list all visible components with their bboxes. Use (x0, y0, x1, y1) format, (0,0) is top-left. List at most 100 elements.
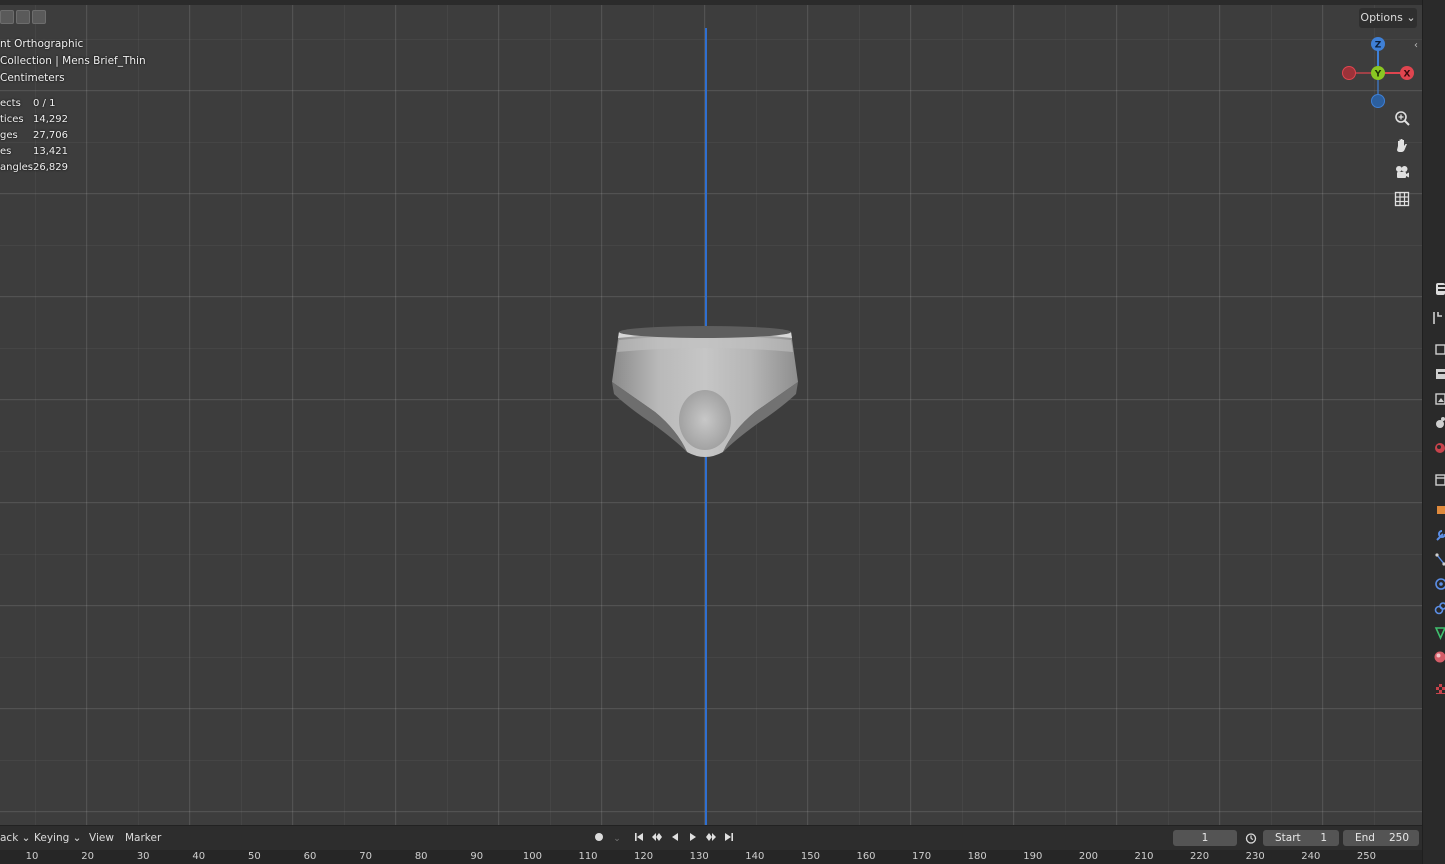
ruler-tick-label: 200 (1078, 851, 1098, 862)
mens-brief-mesh[interactable] (605, 320, 805, 465)
ruler-tick-label: 240 (1301, 851, 1321, 862)
view-layer-properties-icon[interactable] (1430, 390, 1445, 408)
physics-properties-icon[interactable] (1430, 575, 1445, 593)
select-mode-new-icon[interactable] (0, 10, 14, 24)
ruler-tick-label: 250 (1356, 851, 1376, 862)
3d-viewport[interactable]: nt Orthographic Collection | Mens Brief_… (0, 0, 1422, 825)
ruler-tick-label: 80 (414, 851, 428, 862)
marker-menu[interactable]: Marker (125, 832, 161, 844)
output-properties-icon[interactable] (1430, 365, 1445, 383)
select-mode-subtract-icon[interactable] (32, 10, 46, 24)
select-mode-extend-icon[interactable] (16, 10, 30, 24)
end-frame-field[interactable]: End 250 (1343, 830, 1419, 846)
ruler-tick-label: 60 (303, 851, 317, 862)
viewport-header-strip (0, 0, 1422, 5)
data-properties-icon[interactable] (1430, 624, 1445, 642)
view-menu[interactable]: View (89, 832, 114, 844)
options-dropdown[interactable]: Options ⌄ (1359, 8, 1417, 28)
stat-objects-value: 0 / 1 (33, 98, 56, 109)
world-properties-icon[interactable] (1430, 439, 1445, 457)
svg-text:Z: Z (1375, 41, 1382, 51)
stat-faces-label: es (0, 146, 12, 157)
keying-menu[interactable]: Keying ⌄ (34, 832, 81, 844)
play-icon[interactable] (686, 832, 700, 846)
collection-label: Collection | Mens Brief_Thin (0, 55, 146, 67)
ruler-tick-label: 10 (25, 851, 39, 862)
jump-start-icon[interactable] (632, 832, 646, 846)
svg-text:Y: Y (1374, 70, 1382, 80)
playback-menu[interactable]: ack ⌄ (0, 832, 30, 844)
options-label: Options (1360, 11, 1403, 24)
current-frame-field[interactable]: 1 (1173, 830, 1237, 846)
stat-objects-label: ects (0, 98, 21, 109)
ruler-tick-label: 110 (578, 851, 598, 862)
gizmo-neg-x-axis[interactable] (1342, 66, 1356, 80)
stat-vertices-label: tices (0, 114, 24, 125)
ruler-tick-label: 190 (1023, 851, 1043, 862)
ruler-tick-label: 230 (1245, 851, 1265, 862)
camera-icon[interactable] (1391, 164, 1413, 186)
play-reverse-icon[interactable] (668, 832, 682, 846)
ruler-tick-label: 170 (912, 851, 932, 862)
stat-vertices-value: 14,292 (33, 114, 68, 125)
record-icon[interactable] (592, 832, 606, 846)
tool-settings-icon[interactable] (1430, 309, 1445, 327)
ruler-tick-label: 180 (967, 851, 987, 862)
texture-properties-icon[interactable] (1430, 680, 1445, 698)
material-properties-icon[interactable] (1430, 648, 1445, 666)
timeline-ruler[interactable]: 10 20 30 40 50 60 70 80 90 100 110 120 130 140 150 160 1… (0, 850, 1422, 864)
ruler-tick-label: 140 (745, 851, 765, 862)
start-frame-field[interactable]: Start 1 (1263, 830, 1339, 846)
grid-icon[interactable] (1391, 191, 1413, 213)
stat-triangles-value: 26,829 (33, 162, 68, 173)
particles-properties-icon[interactable] (1430, 551, 1445, 569)
select-mode-buttons (0, 10, 46, 24)
constraints-properties-icon[interactable] (1430, 600, 1445, 618)
view-name: nt Orthographic (0, 38, 84, 50)
jump-end-icon[interactable] (722, 832, 736, 846)
navigation-gizmo[interactable]: Z X Y (1338, 34, 1418, 112)
auto-keying-dropdown-icon[interactable]: ⌄ (610, 832, 624, 846)
jump-keyframe-forward-icon[interactable] (704, 832, 718, 846)
pan-hand-icon[interactable] (1391, 137, 1413, 159)
end-label: End (1355, 832, 1375, 844)
ruler-tick-label: 90 (470, 851, 484, 862)
stat-triangles-label: angles (0, 162, 33, 173)
render-properties-icon[interactable] (1430, 340, 1445, 358)
ruler-tick-label: 150 (800, 851, 820, 862)
ruler-tick-label: 70 (359, 851, 372, 862)
jump-keyframe-back-icon[interactable] (650, 832, 664, 846)
ruler-tick-label: 100 (522, 851, 542, 862)
start-value: 1 (1320, 832, 1327, 844)
gizmo-neg-z-axis[interactable] (1371, 94, 1385, 108)
timeline-header: ack ⌄ Keying ⌄ View Marker ⌄ 1 Start 1 E… (0, 825, 1422, 850)
ruler-tick-label: 160 (856, 851, 876, 862)
object-properties-icon[interactable] (1430, 501, 1445, 519)
ruler-tick-label: 130 (689, 851, 709, 862)
ruler-tick-label: 30 (136, 851, 150, 862)
ruler-tick-label: 120 (634, 851, 654, 862)
zoom-icon[interactable] (1391, 110, 1413, 132)
ruler-tick-label: 40 (192, 851, 206, 862)
end-value: 250 (1388, 832, 1409, 844)
chevron-down-icon: ⌄ (21, 832, 31, 844)
chevron-down-icon: ⌄ (72, 832, 82, 844)
svg-text:X: X (1404, 70, 1411, 80)
stat-faces-value: 13,421 (33, 146, 68, 157)
ruler-tick-label: 220 (1190, 851, 1210, 862)
modifier-properties-icon[interactable] (1430, 526, 1445, 544)
gizmo-x-axis[interactable]: X (1400, 66, 1414, 80)
scene-properties-icon[interactable] (1430, 414, 1445, 432)
stopwatch-icon[interactable] (1244, 832, 1258, 846)
stat-edges-label: ges (0, 130, 18, 141)
ruler-tick-label: 20 (81, 851, 94, 862)
collection-properties-icon[interactable] (1430, 471, 1445, 489)
ruler-tick-label: 50 (248, 851, 261, 862)
properties-toggle-icon[interactable] (1430, 280, 1445, 298)
gizmo-z-axis[interactable]: Z (1371, 37, 1385, 51)
start-label: Start (1275, 832, 1301, 844)
chevron-down-icon: ⌄ (1406, 11, 1416, 24)
gizmo-y-axis[interactable]: Y (1371, 66, 1385, 80)
properties-tab-strip (1422, 0, 1445, 864)
stat-edges-value: 27,706 (33, 130, 68, 141)
